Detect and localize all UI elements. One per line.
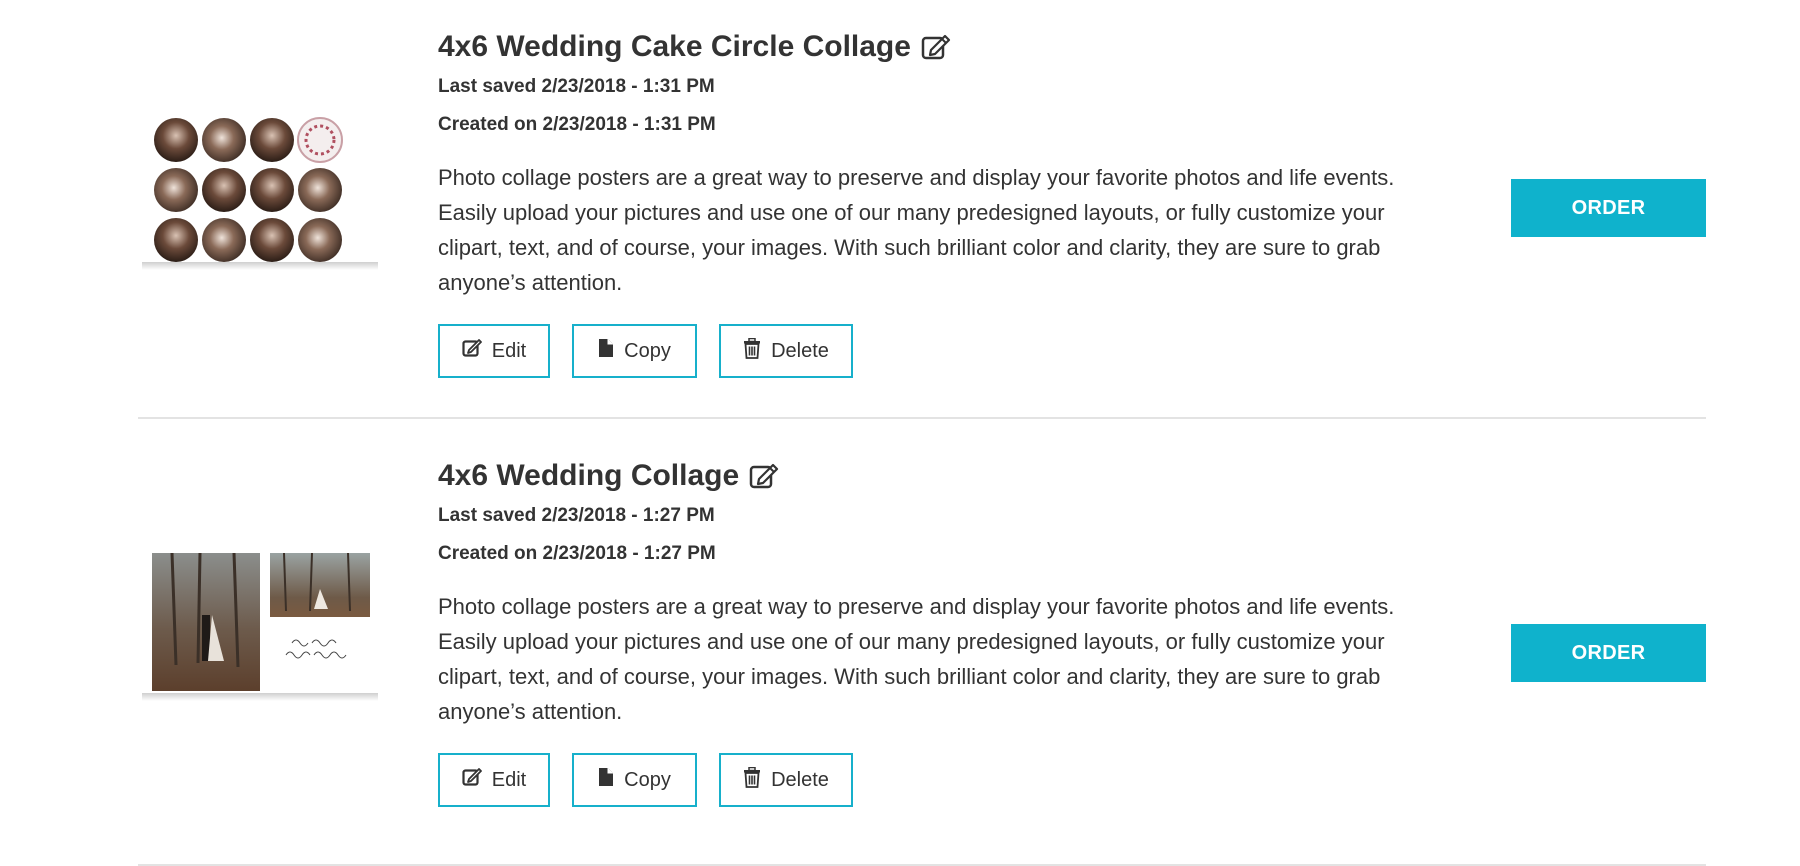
copy-icon bbox=[598, 338, 614, 364]
project-actions: Edit Copy Delete bbox=[438, 324, 1458, 378]
project-thumbnail[interactable] bbox=[142, 545, 378, 713]
title-row: 4x6 Wedding Cake Circle Collage bbox=[438, 26, 1458, 68]
edit-button[interactable]: Edit bbox=[438, 753, 550, 807]
created-text: Created on 2/23/2018 - 1:27 PM bbox=[438, 543, 716, 564]
copy-button-label: Copy bbox=[624, 768, 671, 791]
edit-icon bbox=[462, 338, 482, 364]
project-info: 4x6 Wedding Cake Circle Collage Last sav… bbox=[438, 26, 1458, 378]
copy-button-label: Copy bbox=[624, 339, 671, 362]
title-row: 4x6 Wedding Collage bbox=[438, 455, 1458, 497]
delete-button-label: Delete bbox=[771, 768, 829, 791]
project-actions: Edit Copy Delete bbox=[438, 753, 1458, 807]
delete-button[interactable]: Delete bbox=[719, 324, 853, 378]
project-title: 4x6 Wedding Cake Circle Collage bbox=[438, 30, 911, 63]
copy-icon bbox=[598, 767, 614, 793]
edit-icon bbox=[462, 767, 482, 793]
project-thumbnail[interactable] bbox=[142, 112, 378, 280]
delete-button-label: Delete bbox=[771, 339, 829, 362]
project-description: Photo collage posters are a great way to… bbox=[438, 165, 1395, 295]
edit-title-icon[interactable] bbox=[921, 33, 951, 61]
project-card: 4x6 Wedding Collage Last saved 2/23/2018… bbox=[138, 419, 1706, 866]
project-title: 4x6 Wedding Collage bbox=[438, 459, 740, 492]
order-button[interactable]: ORDER bbox=[1511, 624, 1706, 682]
copy-button[interactable]: Copy bbox=[572, 324, 697, 378]
created-text: Created on 2/23/2018 - 1:31 PM bbox=[438, 114, 716, 135]
project-info: 4x6 Wedding Collage Last saved 2/23/2018… bbox=[438, 455, 1458, 807]
trash-icon bbox=[743, 766, 761, 794]
project-list: 4x6 Wedding Cake Circle Collage Last sav… bbox=[138, 0, 1706, 866]
edit-title-icon[interactable] bbox=[749, 462, 779, 490]
copy-button[interactable]: Copy bbox=[572, 753, 697, 807]
last-saved-text: Last saved 2/23/2018 - 1:31 PM bbox=[438, 76, 715, 97]
delete-button[interactable]: Delete bbox=[719, 753, 853, 807]
project-description: Photo collage posters are a great way to… bbox=[438, 594, 1395, 724]
edit-button-label: Edit bbox=[491, 768, 527, 791]
edit-button-label: Edit bbox=[491, 339, 527, 362]
order-button[interactable]: ORDER bbox=[1511, 179, 1706, 237]
project-card: 4x6 Wedding Cake Circle Collage Last sav… bbox=[138, 0, 1706, 419]
edit-button[interactable]: Edit bbox=[438, 324, 550, 378]
last-saved-text: Last saved 2/23/2018 - 1:27 PM bbox=[438, 505, 715, 526]
trash-icon bbox=[743, 337, 761, 365]
